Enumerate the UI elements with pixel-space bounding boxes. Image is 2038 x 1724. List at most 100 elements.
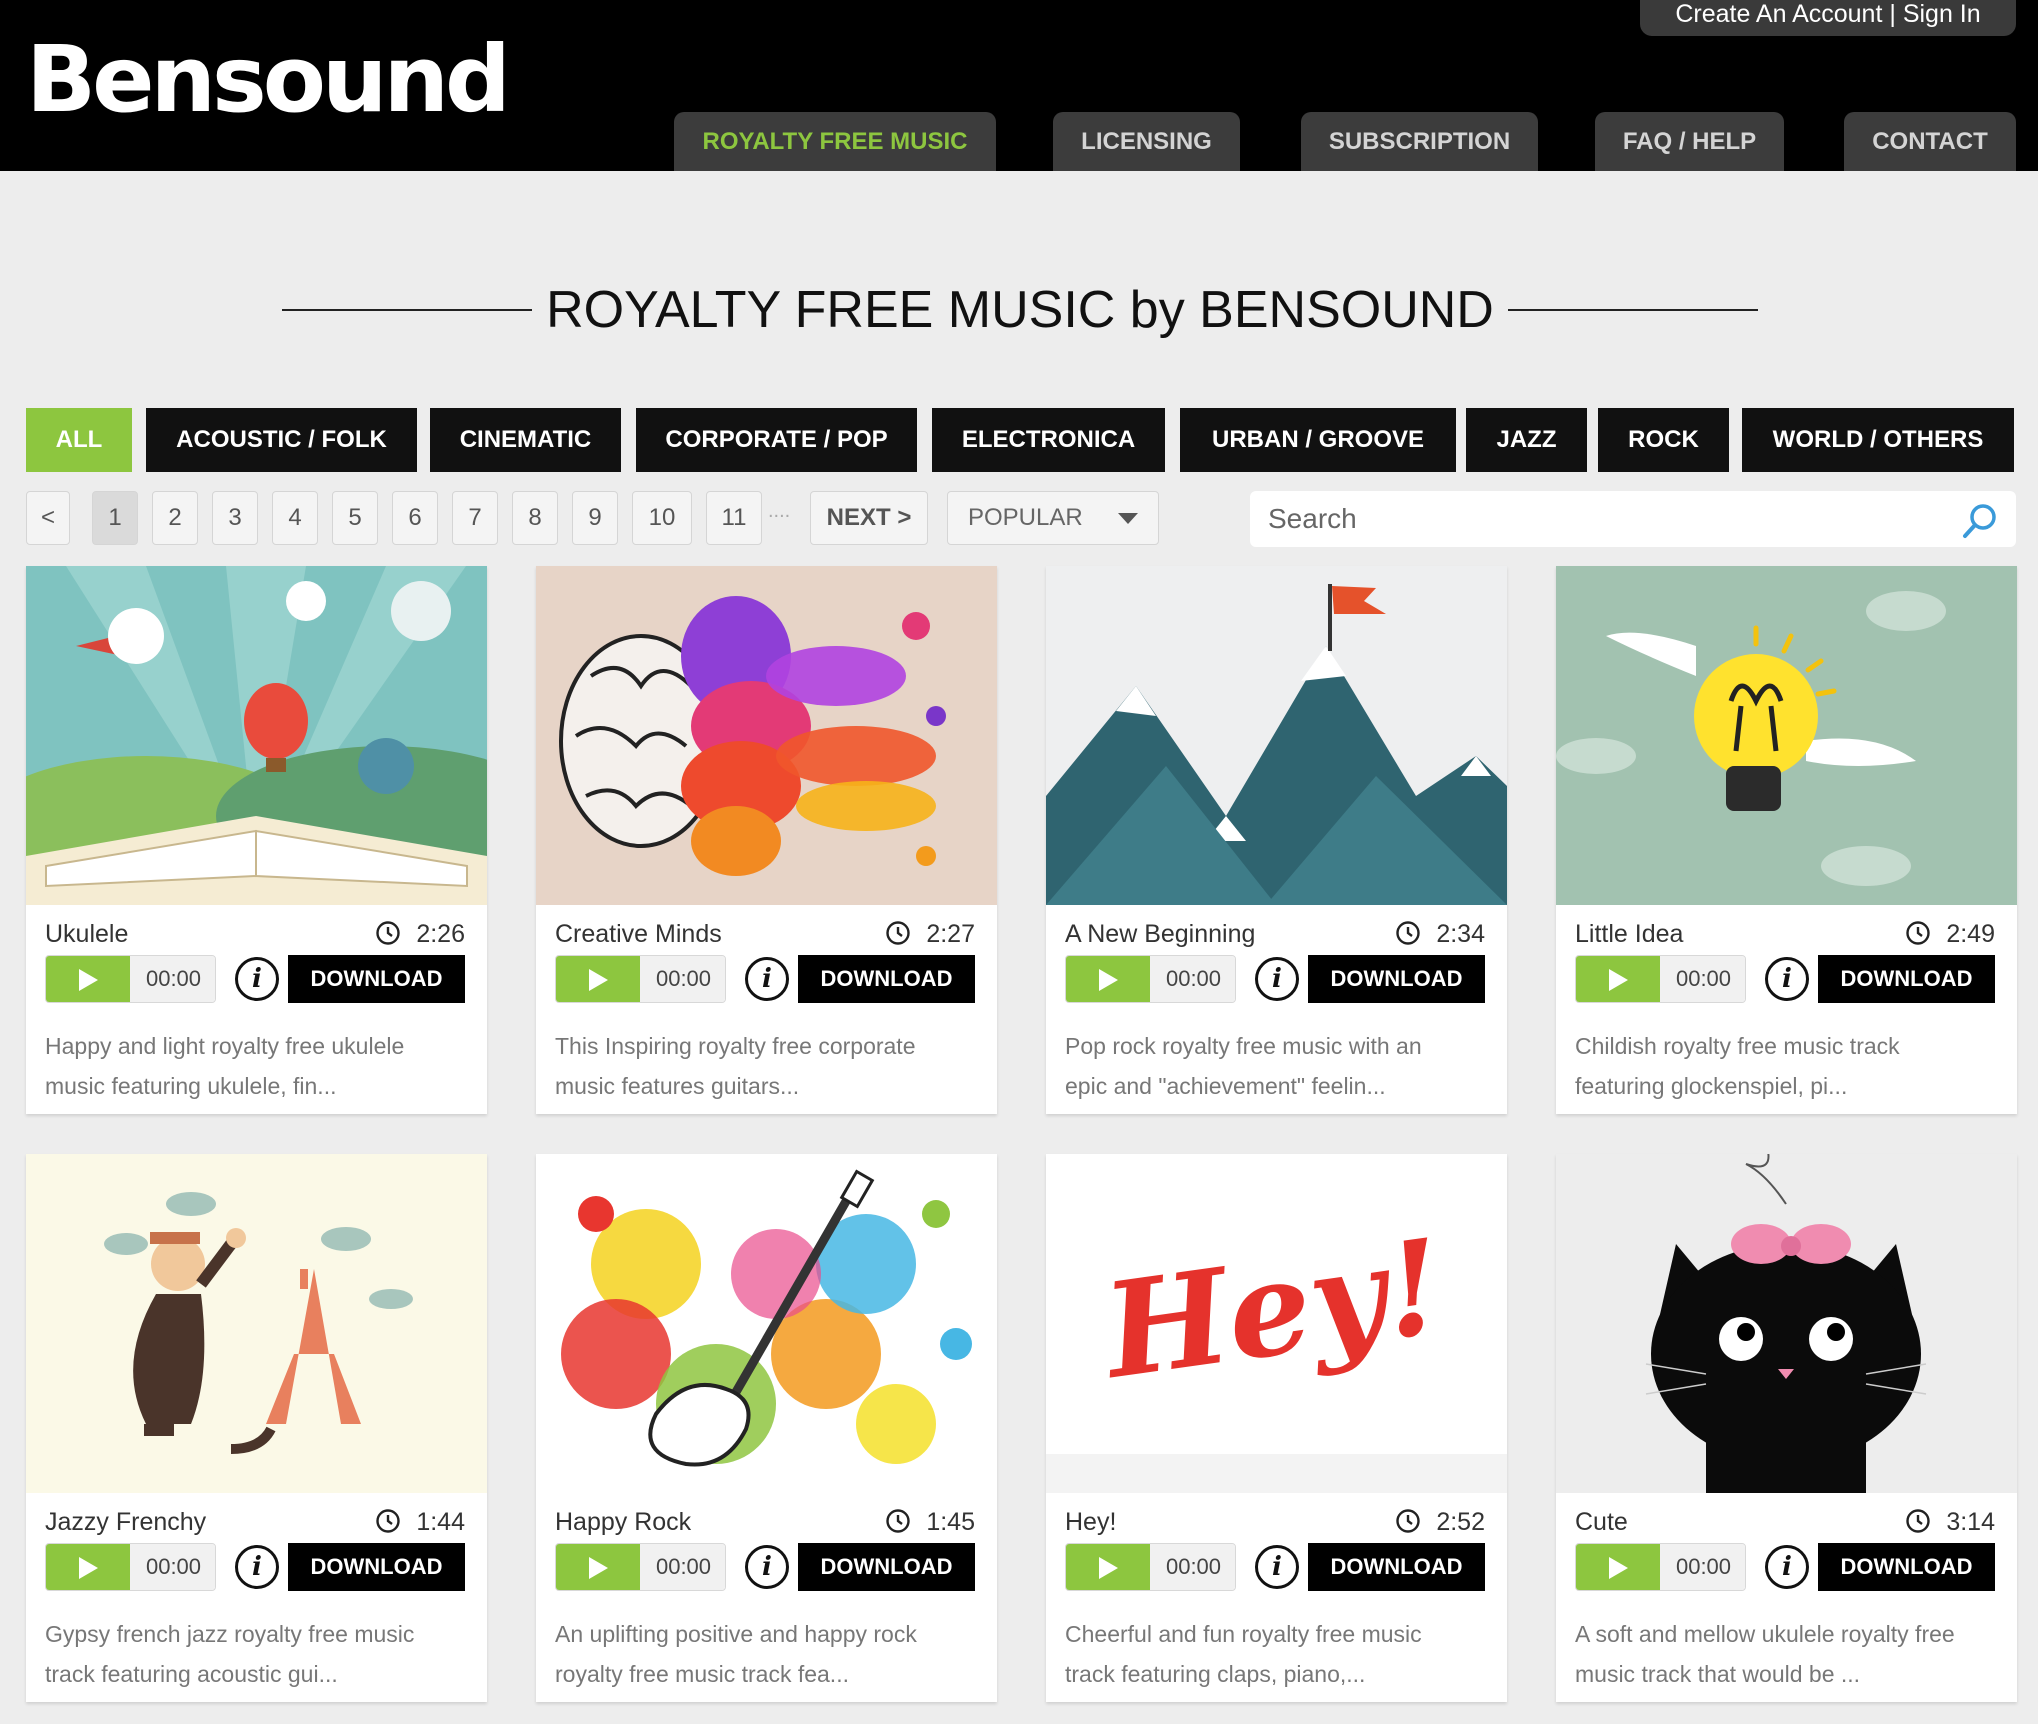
download-button[interactable]: DOWNLOAD	[1308, 955, 1485, 1003]
description-line-1: Pop rock royalty free music with an	[1065, 1033, 1422, 1059]
nav-tab-licensing[interactable]: LICENSING	[1053, 112, 1240, 171]
page-button-5[interactable]: 5	[332, 491, 378, 545]
download-button[interactable]: DOWNLOAD	[288, 1543, 465, 1591]
play-button[interactable]	[1576, 1544, 1660, 1590]
clock-icon	[1395, 920, 1421, 951]
track-duration: 2:34	[1436, 920, 1485, 948]
track-description: Childish royalty free music track featuri…	[1575, 1026, 2005, 1106]
track-artwork[interactable]	[1556, 1154, 2017, 1493]
page-button-6[interactable]: 6	[392, 491, 438, 545]
track-description: Happy and light royalty free ukulele musi…	[45, 1026, 475, 1106]
next-page-button[interactable]: NEXT >	[810, 491, 928, 545]
play-button[interactable]	[46, 956, 130, 1002]
nav-tab-faq-help[interactable]: FAQ / HELP	[1595, 112, 1784, 171]
play-button[interactable]	[556, 956, 640, 1002]
track-title: Ukulele	[45, 920, 129, 948]
page-button-9[interactable]: 9	[572, 491, 618, 545]
audio-player: 00:00	[1065, 1543, 1236, 1591]
track-card: A New Beginning 2:34 00:00 i DOWNLOAD Po…	[1046, 566, 1507, 1114]
play-button[interactable]	[1066, 956, 1150, 1002]
category-urban-groove[interactable]: URBAN / GROOVE	[1180, 408, 1456, 472]
track-artwork[interactable]	[26, 1154, 487, 1493]
current-time: 00:00	[130, 1544, 215, 1590]
page-button-10[interactable]: 10	[632, 491, 692, 545]
description-line-2: music features guitars...	[555, 1073, 800, 1099]
create-account-link[interactable]: Create An Account	[1675, 0, 1882, 28]
page-button-2[interactable]: 2	[152, 491, 198, 545]
category-electronica[interactable]: ELECTRONICA	[932, 408, 1165, 472]
track-artwork[interactable]	[1556, 566, 2017, 905]
track-card: Little Idea 2:49 00:00 i DOWNLOAD Childi…	[1556, 566, 2017, 1114]
play-button[interactable]	[46, 1544, 130, 1590]
search-icon[interactable]	[1960, 501, 2000, 546]
category-cinematic[interactable]: CINEMATIC	[430, 408, 621, 472]
nav-tab-contact[interactable]: CONTACT	[1844, 112, 2016, 171]
page-button-8[interactable]: 8	[512, 491, 558, 545]
play-button[interactable]	[1066, 1544, 1150, 1590]
info-icon[interactable]: i	[1765, 1545, 1809, 1589]
sort-select[interactable]: POPULAR	[947, 491, 1159, 545]
clock-icon	[1395, 1508, 1421, 1539]
track-description: A soft and mellow ukulele royalty free mu…	[1575, 1614, 2005, 1694]
site-logo[interactable]: Bensound	[26, 34, 511, 126]
category-jazz[interactable]: JAZZ	[1466, 408, 1587, 472]
track-card: Cute 3:14 00:00 i DOWNLOAD A soft and me…	[1556, 1154, 2017, 1702]
download-button[interactable]: DOWNLOAD	[1818, 1543, 1995, 1591]
info-icon[interactable]: i	[1255, 957, 1299, 1001]
track-duration: 2:26	[416, 920, 465, 948]
audio-player: 00:00	[1575, 955, 1746, 1003]
track-title: Creative Minds	[555, 920, 722, 948]
track-artwork[interactable]	[26, 566, 487, 905]
play-button[interactable]	[556, 1544, 640, 1590]
search-input[interactable]	[1268, 499, 1928, 539]
info-icon[interactable]: i	[745, 957, 789, 1001]
page-button-11[interactable]: 11	[706, 491, 762, 545]
download-button[interactable]: DOWNLOAD	[1308, 1543, 1485, 1591]
play-icon	[79, 969, 98, 991]
nav-tab-subscription[interactable]: SUBSCRIPTION	[1301, 112, 1538, 171]
clock-icon	[1905, 920, 1931, 951]
category-all[interactable]: ALL	[26, 408, 132, 472]
track-card: Jazzy Frenchy 1:44 00:00 i DOWNLOAD Gyps…	[26, 1154, 487, 1702]
category-world-others[interactable]: WORLD / OTHERS	[1742, 408, 2014, 472]
page-button-4[interactable]: 4	[272, 491, 318, 545]
download-button[interactable]: DOWNLOAD	[798, 1543, 975, 1591]
page-button-7[interactable]: 7	[452, 491, 498, 545]
download-button[interactable]: DOWNLOAD	[798, 955, 975, 1003]
download-button[interactable]: DOWNLOAD	[288, 955, 465, 1003]
play-icon	[1609, 1557, 1628, 1579]
clock-icon	[375, 920, 401, 951]
track-description: Pop rock royalty free music with an epic …	[1065, 1026, 1495, 1106]
info-icon[interactable]: i	[1765, 957, 1809, 1001]
track-artwork[interactable]	[536, 1154, 997, 1493]
track-duration: 2:49	[1946, 920, 1995, 948]
info-icon[interactable]: i	[745, 1545, 789, 1589]
track-title: A New Beginning	[1065, 920, 1256, 948]
account-bar: Create An Account | Sign In	[1640, 0, 2016, 36]
info-icon[interactable]: i	[235, 957, 279, 1001]
play-icon	[1609, 969, 1628, 991]
track-title: Cute	[1575, 1508, 1628, 1536]
track-duration: 2:52	[1436, 1508, 1485, 1536]
category-corporate-pop[interactable]: CORPORATE / POP	[636, 408, 917, 472]
page-button-1[interactable]: 1	[92, 491, 138, 545]
category-rock[interactable]: ROCK	[1598, 408, 1729, 472]
sign-in-link[interactable]: Sign In	[1903, 0, 1981, 28]
track-artwork[interactable]: Hey!	[1046, 1154, 1507, 1493]
description-line-1: Childish royalty free music track	[1575, 1033, 1900, 1059]
play-icon	[589, 969, 608, 991]
prev-page-button[interactable]: <	[26, 491, 70, 545]
info-icon[interactable]: i	[235, 1545, 279, 1589]
play-button[interactable]	[1576, 956, 1660, 1002]
search-box	[1250, 491, 2016, 547]
description-line-2: music featuring ukulele, fin...	[45, 1073, 337, 1099]
download-button[interactable]: DOWNLOAD	[1818, 955, 1995, 1003]
track-artwork[interactable]	[1046, 566, 1507, 905]
description-line-1: Happy and light royalty free ukulele	[45, 1033, 405, 1059]
track-artwork[interactable]	[536, 566, 997, 905]
audio-player: 00:00	[45, 955, 216, 1003]
nav-tab-royalty-free-music[interactable]: ROYALTY FREE MUSIC	[674, 112, 996, 171]
category-acoustic-folk[interactable]: ACOUSTIC / FOLK	[146, 408, 417, 472]
info-icon[interactable]: i	[1255, 1545, 1299, 1589]
page-button-3[interactable]: 3	[212, 491, 258, 545]
